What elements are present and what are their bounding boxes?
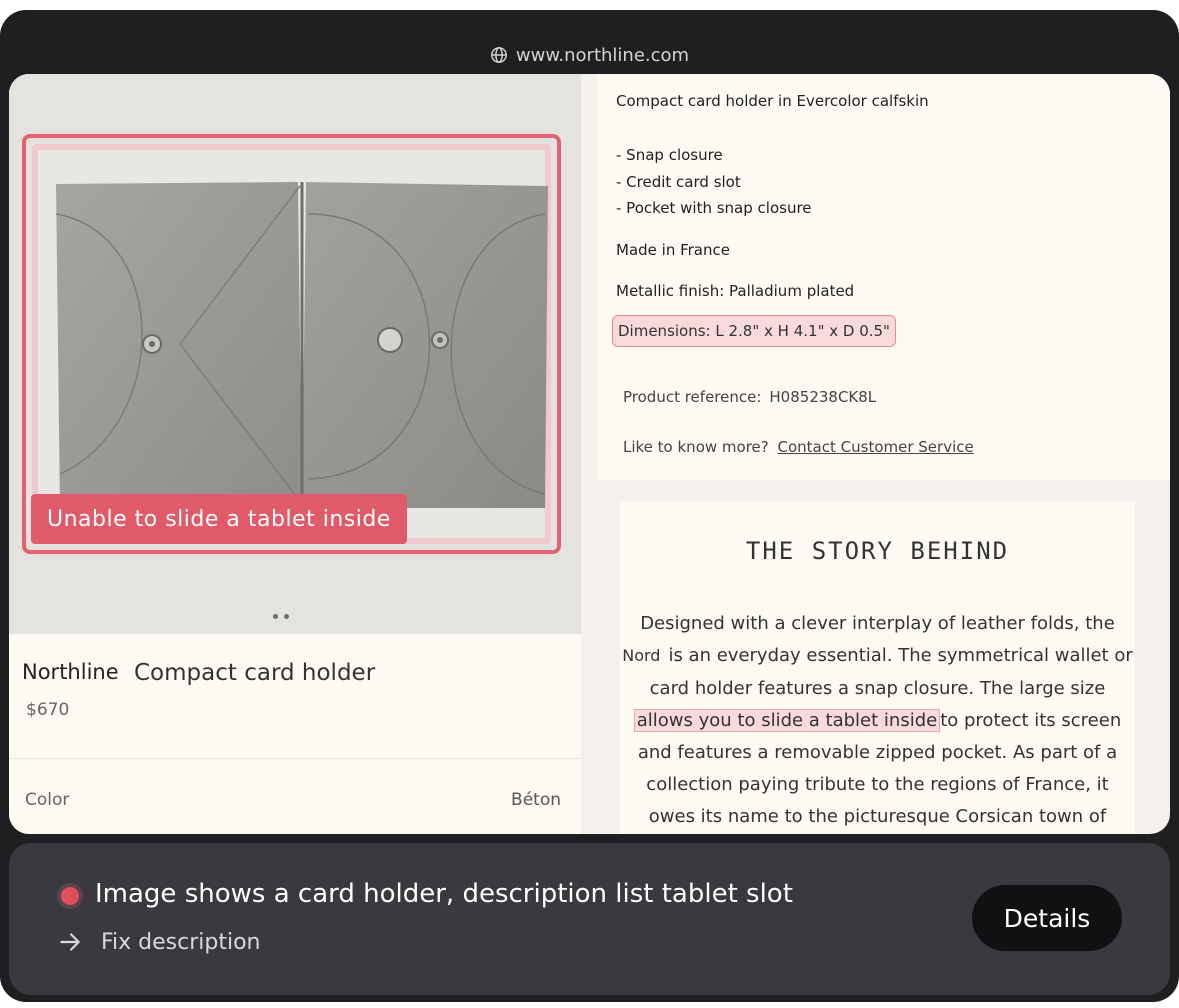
- description-headline: Compact card holder in Evercolor calfski…: [616, 92, 929, 110]
- fix-description-action[interactable]: Fix description: [57, 929, 261, 955]
- product-name: Compact card holder: [134, 660, 376, 686]
- product-reference: Product reference: H085238CK8L: [623, 388, 876, 406]
- color-selector[interactable]: Color Béton: [9, 774, 581, 824]
- divider: [9, 758, 581, 759]
- know-more: Like to know more? Contact Customer Serv…: [623, 438, 974, 456]
- dimensions-text: Dimensions: L 2.8" x H 4.1" x D 0.5": [618, 322, 890, 340]
- story-line: card holder features a snap closure. The…: [649, 678, 1106, 699]
- story-section: THE STORY BEHIND Designed with a clever …: [620, 501, 1135, 834]
- story-line: Designed with a clever interplay of leat…: [640, 613, 1115, 634]
- globe-icon: [490, 47, 507, 63]
- card-holder-image: [55, 182, 548, 510]
- carousel-dot[interactable]: [273, 614, 278, 619]
- story-line: collection paying tribute to the regions…: [646, 774, 1109, 795]
- story-line: Nord is an everyday essential. The symmet…: [620, 645, 1135, 666]
- product-panel: Unable to slide a tablet inside Northlin…: [9, 74, 581, 834]
- story-issue-highlight: allows you to slide a tablet inside: [633, 709, 941, 732]
- finish-text: Metallic finish: Palladium plated: [616, 282, 855, 300]
- url-bar[interactable]: www.northline.com: [0, 30, 1179, 80]
- reference-value: H085238CK8L: [769, 388, 877, 406]
- story-line: and features a removable zipped pocket. …: [637, 742, 1118, 763]
- story-line: allows you to slide a tablet inside to pr…: [620, 709, 1135, 732]
- description-panel: Compact card holder in Evercolor calfski…: [597, 74, 1170, 480]
- brand-name: Northline: [22, 660, 119, 684]
- alert-bar: Image shows a card holder, description l…: [9, 843, 1170, 995]
- bullet-item: - Snap closure: [616, 146, 723, 164]
- contact-service-link[interactable]: Contact Customer Service: [778, 438, 974, 456]
- reference-label: Product reference:: [623, 388, 762, 406]
- color-label: Color: [25, 790, 70, 810]
- carousel-dot[interactable]: [284, 614, 289, 619]
- product-summary: Northline Compact card holder $670: [9, 634, 581, 758]
- dimensions-highlight: Dimensions: L 2.8" x H 4.1" x D 0.5": [612, 315, 896, 347]
- story-product-word: Nord: [622, 646, 661, 665]
- image-warning-label: Unable to slide a tablet inside: [31, 494, 407, 544]
- carousel-dots[interactable]: [273, 614, 289, 619]
- origin-text: Made in France: [616, 241, 730, 259]
- story-line: owes its name to the picturesque Corsica…: [648, 806, 1107, 827]
- bullet-item: - Pocket with snap closure: [616, 199, 812, 217]
- arrow-right-icon: [60, 933, 80, 951]
- know-more-text: Like to know more?: [623, 438, 769, 456]
- story-line-text: is an everyday essential. The symmetrica…: [668, 645, 1133, 666]
- alert-status-dot: [57, 883, 83, 909]
- url-text: www.northline.com: [515, 44, 690, 66]
- story-title: THE STORY BEHIND: [745, 537, 1010, 565]
- product-gallery[interactable]: Unable to slide a tablet inside: [9, 74, 581, 634]
- page-viewport: Unable to slide a tablet inside Northlin…: [9, 74, 1170, 834]
- fix-description-label: Fix description: [101, 929, 261, 955]
- story-line-text: to protect its screen: [940, 710, 1122, 731]
- alert-message: Image shows a card holder, description l…: [95, 879, 793, 909]
- bullet-item: - Credit card slot: [616, 173, 741, 191]
- product-price: $670: [26, 700, 70, 720]
- color-value: Béton: [511, 790, 561, 810]
- details-button[interactable]: Details: [972, 885, 1122, 951]
